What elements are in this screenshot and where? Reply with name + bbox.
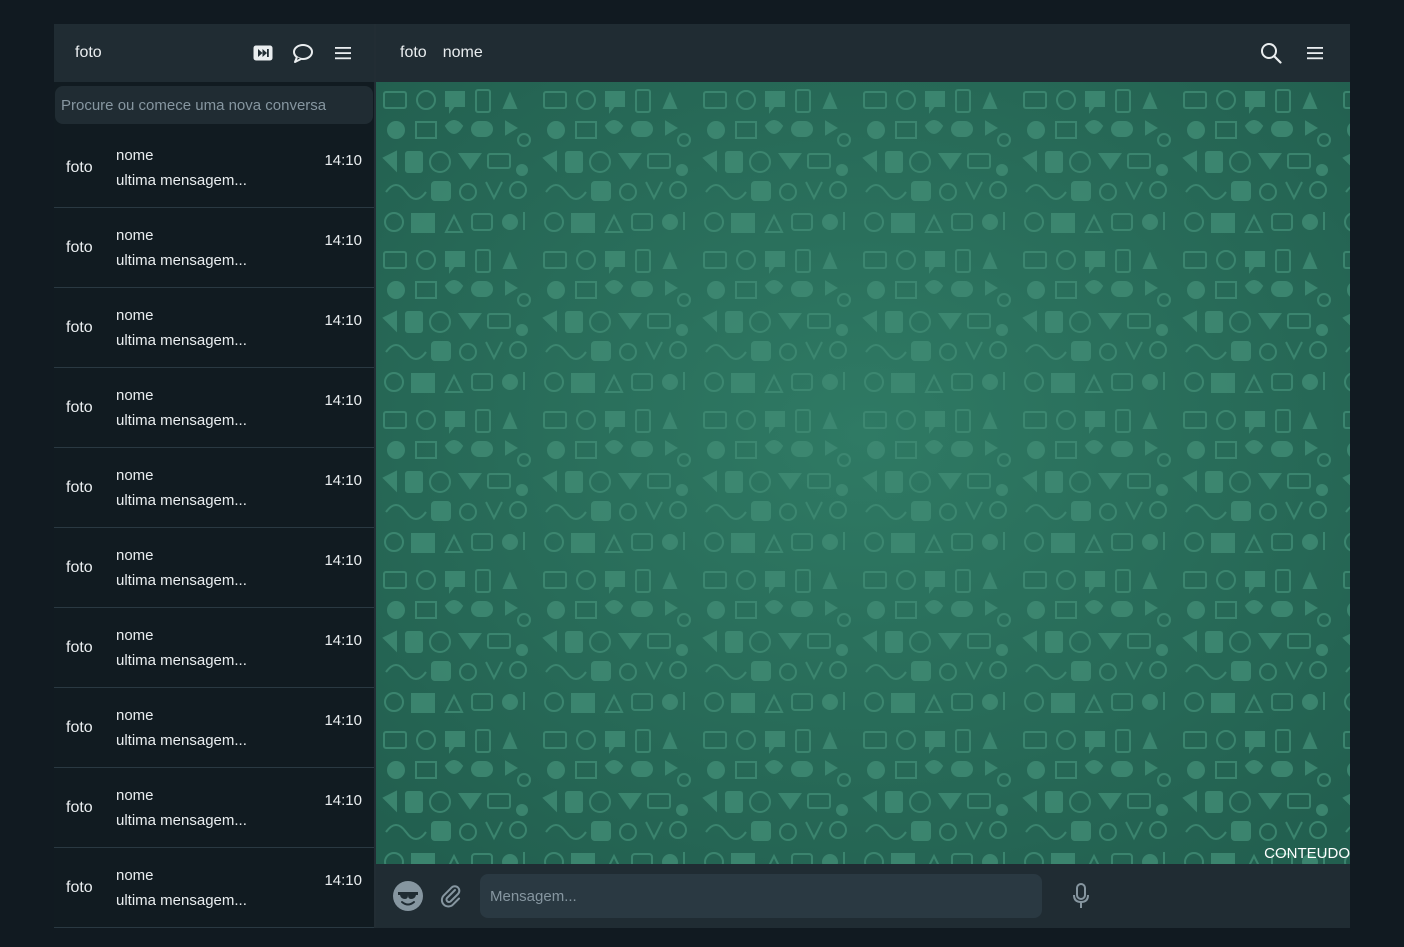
- chat-photo: foto: [66, 798, 93, 816]
- menu-icon[interactable]: [1304, 42, 1326, 64]
- chat-list-item[interactable]: foto nome ultima mensagem... 14:10: [54, 608, 374, 688]
- chat-time: 14:10: [324, 792, 362, 809]
- chat-last-message: ultima mensagem...: [116, 891, 247, 909]
- message-composer: [376, 864, 1350, 928]
- chat-last-message: ultima mensagem...: [116, 491, 247, 509]
- chat-last-message: ultima mensagem...: [116, 651, 247, 669]
- search-input[interactable]: [55, 86, 373, 124]
- contact-photo[interactable]: foto: [400, 44, 427, 62]
- paperclip-icon[interactable]: [438, 883, 464, 909]
- chat-photo: foto: [66, 638, 93, 656]
- chat-photo: foto: [66, 558, 93, 576]
- chat-time: 14:10: [324, 552, 362, 569]
- search-icon[interactable]: [1260, 42, 1282, 64]
- my-profile-photo[interactable]: foto: [75, 44, 252, 62]
- sidebar-header-icons: [252, 42, 354, 64]
- sidebar: foto Procure ou comece uma nova conversa…: [54, 24, 376, 928]
- chat-last-message: ultima mensagem...: [116, 251, 247, 269]
- menu-icon[interactable]: [332, 42, 354, 64]
- chat-photo: foto: [66, 398, 93, 416]
- chat-last-message: ultima mensagem...: [116, 411, 247, 429]
- chat-last-message: ultima mensagem...: [116, 171, 247, 189]
- chat-photo: foto: [66, 318, 93, 336]
- app-window: foto Procure ou comece uma nova conversa…: [54, 24, 1350, 928]
- doodle-pattern: [376, 82, 1350, 864]
- chat-photo: foto: [66, 158, 93, 176]
- contact-name[interactable]: nome: [443, 44, 1260, 62]
- microphone-icon[interactable]: [1070, 881, 1092, 911]
- content-label: CONTEUDO: [1264, 845, 1350, 862]
- chat-time: 14:10: [324, 152, 362, 169]
- chat-photo: foto: [66, 478, 93, 496]
- chat-time: 14:10: [324, 312, 362, 329]
- chat-time: 14:10: [324, 472, 362, 489]
- chat-list: foto nome ultima mensagem... 14:10 foto nome u…: [54, 128, 374, 928]
- conversation-panel: foto nome CONTEUDO Mensagem...: [376, 24, 1350, 928]
- sidebar-header: foto: [54, 24, 374, 82]
- new-chat-icon[interactable]: [292, 42, 314, 64]
- chat-list-item[interactable]: foto nome ultima mensagem... 14:10: [54, 288, 374, 368]
- chat-time: 14:10: [324, 632, 362, 649]
- chat-time: 14:10: [324, 392, 362, 409]
- chat-list-item[interactable]: foto nome ultima mensagem... 14:10: [54, 368, 374, 448]
- chat-last-message: ultima mensagem...: [116, 731, 247, 749]
- chat-photo: foto: [66, 878, 93, 896]
- conversation-header-icons: [1260, 42, 1326, 64]
- conversation-background: CONTEUDO: [376, 82, 1350, 864]
- chat-list-item[interactable]: foto nome ultima mensagem... 14:10: [54, 208, 374, 288]
- chat-last-message: ultima mensagem...: [116, 811, 247, 829]
- chat-time: 14:10: [324, 872, 362, 889]
- chat-last-message: ultima mensagem...: [116, 571, 247, 589]
- chat-time: 14:10: [324, 712, 362, 729]
- search-bar: [54, 82, 374, 128]
- chat-time: 14:10: [324, 232, 362, 249]
- conversation-header: foto nome: [376, 24, 1350, 82]
- chat-list-item[interactable]: foto nome ultima mensagem... 14:10: [54, 848, 374, 928]
- chat-list-item[interactable]: foto nome ultima mensagem... 14:10: [54, 768, 374, 848]
- chat-photo: foto: [66, 718, 93, 736]
- chat-list-item[interactable]: foto nome ultima mensagem... 14:10: [54, 688, 374, 768]
- emoji-icon[interactable]: [392, 880, 424, 912]
- chat-photo: foto: [66, 238, 93, 256]
- chat-list-item[interactable]: foto nome ultima mensagem... 14:10: [54, 448, 374, 528]
- status-icon[interactable]: [252, 42, 274, 64]
- chat-list-item[interactable]: foto nome ultima mensagem... 14:10: [54, 528, 374, 608]
- chat-last-message: ultima mensagem...: [116, 331, 247, 349]
- message-input[interactable]: [480, 874, 1042, 918]
- chat-list-item[interactable]: foto nome ultima mensagem... 14:10: [54, 128, 374, 208]
